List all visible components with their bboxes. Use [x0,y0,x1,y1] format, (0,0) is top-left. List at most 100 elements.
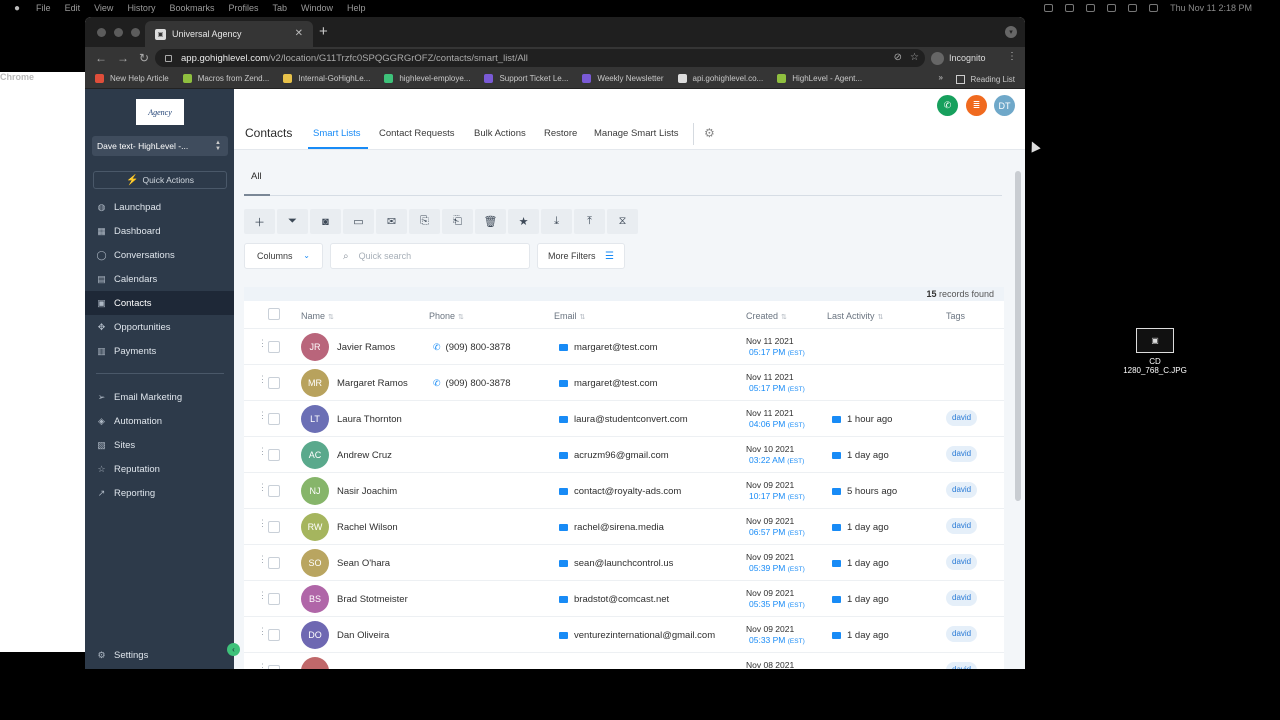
tag-badge[interactable]: david [946,662,978,669]
settings-gear-icon[interactable]: ⚙ [704,126,715,140]
battery-icon[interactable] [1107,4,1117,12]
table-row[interactable]: ⋮ SO Sean O'hara sean@launchcontrol.us Nov 0… [244,545,1004,581]
bookmark-item[interactable]: Internal-GoHighLe... [283,74,370,83]
drag-handle-icon[interactable]: ⋮ [258,591,267,600]
contact-avatar[interactable]: AC [301,441,329,469]
tab-manage-smart-lists[interactable]: Manage Smart Lists [594,128,678,139]
bookmark-item[interactable]: HighLevel - Agent... [777,74,862,83]
close-window-button[interactable] [97,28,106,37]
url-field[interactable]: app.gohighlevel.com/v2/location/G11Trzfc… [155,49,925,67]
table-row[interactable]: ⋮ JR Javier Ramos ✆ (909) 800-3878 margaret@t… [244,329,1004,365]
tag-badge[interactable]: david [946,446,978,462]
row-checkbox[interactable] [268,341,280,353]
tab-bulk-actions[interactable]: Bulk Actions [474,128,526,139]
select-all-checkbox[interactable] [268,308,280,320]
bookmark-item[interactable]: New Help Article [95,74,169,83]
add-contact-button[interactable]: ＋ [244,209,275,234]
bookmark-item[interactable]: api.gohighlevel.co... [677,74,763,83]
contact-name[interactable]: Margaret Ramos [337,378,408,389]
new-tab-icon[interactable]: + [319,23,328,40]
header-last-activity[interactable]: Last Activity ⇅ [827,311,883,321]
control-center-icon[interactable] [1149,4,1159,12]
merge-button[interactable]: ⧖ [607,209,638,234]
chrome-menu-icon[interactable]: ⋮ [1007,51,1017,62]
tag-badge[interactable]: david [946,590,978,606]
row-checkbox[interactable] [268,593,280,605]
contact-name[interactable]: Rachel Wilson [337,522,398,533]
tab-search-icon[interactable]: ▾ [1005,26,1017,38]
lock-icon[interactable] [165,54,172,62]
contact-avatar[interactable]: LT [301,405,329,433]
bookmarks-overflow-icon[interactable]: » [939,73,943,82]
sidebar-item-settings[interactable]: ⚙ Settings [85,643,234,667]
menu-help[interactable]: Help [347,3,366,13]
contact-name[interactable]: Sean O'hara [337,558,390,569]
drag-handle-icon[interactable]: ⋮ [258,375,267,384]
menu-window[interactable]: Window [301,3,333,13]
table-row[interactable]: ⋮ DO Dan Oliveira venturezinternational@gma… [244,617,1004,653]
reading-list-button[interactable]: Reading List [955,69,1015,89]
table-row[interactable]: ⋮ NJ Nasir Joachim contact@royalty-ads.com N… [244,473,1004,509]
contact-email[interactable]: sean@launchcontrol.us [559,558,673,569]
contact-avatar[interactable]: SO [301,549,329,577]
drag-handle-icon[interactable]: ⋮ [258,483,267,492]
row-checkbox[interactable] [268,665,280,669]
contact-avatar[interactable]: BS [301,585,329,613]
header-created[interactable]: Created ⇅ [746,311,787,321]
sidebar-item-email-marketing[interactable]: ➢ Email Marketing [85,385,234,409]
spotlight-icon[interactable] [1128,4,1138,12]
contact-email[interactable]: laura@studentconvert.com [559,414,688,425]
incognito-badge[interactable]: Incognito [931,49,986,67]
drag-handle-icon[interactable]: ⋮ [258,663,267,670]
drag-handle-icon[interactable]: ⋮ [258,555,267,564]
status-icon[interactable] [1044,4,1054,12]
bookmark-item[interactable]: Support Ticket Le... [484,74,568,83]
status-icon[interactable] [1065,4,1075,12]
agency-logo[interactable]: Agency [136,99,184,125]
phone-icon[interactable]: ✆ [937,95,958,116]
sidebar-item-conversations[interactable]: ◯ Conversations [85,243,234,267]
contact-avatar[interactable]: JR [301,333,329,361]
sidebar-item-dashboard[interactable]: ▦ Dashboard [85,219,234,243]
row-checkbox[interactable] [268,629,280,641]
drag-handle-icon[interactable]: ⋮ [258,447,267,456]
tasks-icon[interactable]: ≣ [966,95,987,116]
header-name[interactable]: Name ⇅ [301,311,334,321]
menu-view[interactable]: View [94,3,113,13]
contact-phone[interactable]: ✆ (909) 800-3878 [433,378,511,389]
desktop-file[interactable]: ▣ CD 1280_768_C.JPG [1120,328,1190,375]
remove-tag-button[interactable]: ⎗ [442,209,473,234]
minimize-window-button[interactable] [114,28,123,37]
contact-name[interactable]: Dan Oliveira [337,630,389,641]
collapse-sidebar-icon[interactable]: ‹ [227,643,240,656]
delete-button[interactable]: 🗑 [475,209,506,234]
menubar-clock[interactable]: Thu Nov 11 2:18 PM [1170,3,1252,13]
contact-email[interactable]: margaret@test.com [559,342,658,353]
tag-badge[interactable]: david [946,518,978,534]
location-switcher[interactable]: Dave text- HighLevel -... ▲ ▼ [92,136,228,156]
sidebar-item-sites[interactable]: ▧ Sites [85,433,234,457]
smart-list-tab-all[interactable]: All [251,171,262,182]
contact-avatar[interactable] [301,657,329,669]
bookmark-item[interactable]: Macros from Zend... [182,74,269,83]
apple-icon[interactable]: ● [14,3,20,14]
sidebar-item-opportunities[interactable]: ✥ Opportunities [85,315,234,339]
contact-email[interactable]: margaret@test.com [559,378,658,389]
menu-profiles[interactable]: Profiles [228,3,258,13]
row-checkbox[interactable] [268,413,280,425]
reload-icon[interactable]: ↻ [139,51,151,65]
send-email-button[interactable]: ✉ [376,209,407,234]
table-row[interactable]: ⋮ Nov 08 2021 david [244,653,1004,669]
quick-search-input[interactable]: ⌕ Quick search [330,243,530,269]
tag-badge[interactable]: david [946,410,978,426]
close-tab-icon[interactable]: ✕ [295,28,303,39]
row-checkbox[interactable] [268,557,280,569]
drag-handle-icon[interactable]: ⋮ [258,411,267,420]
import-button[interactable]: ⤒ [574,209,605,234]
row-checkbox[interactable] [268,521,280,533]
menu-tab[interactable]: Tab [272,3,287,13]
automation-button[interactable]: ◙ [310,209,341,234]
table-row[interactable]: ⋮ AC Andrew Cruz acruzm96@gmail.com Nov 10 2… [244,437,1004,473]
contact-email[interactable]: rachel@sirena.media [559,522,664,533]
contact-avatar[interactable]: RW [301,513,329,541]
